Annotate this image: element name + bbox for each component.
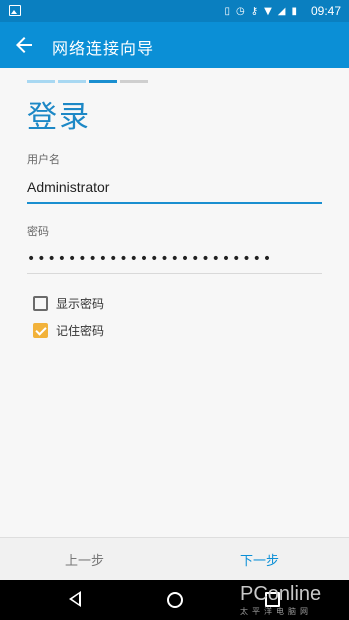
wifi-icon: ▼ xyxy=(264,5,272,17)
previous-button[interactable]: 上一步 xyxy=(65,550,104,569)
show-password-label: 显示密码 xyxy=(56,297,105,311)
page-title: 网络连接向导 xyxy=(52,39,155,58)
username-label: 用户名 xyxy=(27,153,60,166)
nav-back-icon-inner xyxy=(72,594,79,604)
wizard-progress xyxy=(27,80,148,83)
username-field[interactable] xyxy=(27,172,322,204)
app-bar: 网络连接向导 xyxy=(0,22,349,68)
password-field[interactable] xyxy=(27,244,322,274)
arrow-left-icon[interactable] xyxy=(12,33,36,57)
remember-password-checkbox[interactable]: 记住密码 xyxy=(33,322,104,339)
watermark-brand: PConline xyxy=(240,583,322,605)
watermark-sub: 太平洋电脑网 xyxy=(240,607,312,616)
watermark-logo: PConline 太平洋电脑网 xyxy=(240,583,348,617)
image-icon xyxy=(9,5,21,16)
progress-step xyxy=(27,80,55,83)
login-heading: 登录 xyxy=(27,100,91,135)
remember-password-label: 记住密码 xyxy=(56,324,105,338)
progress-step xyxy=(58,80,86,83)
wizard-footer: 上一步 下一步 xyxy=(0,537,349,580)
alarm-icon: ◷ xyxy=(236,5,245,17)
checkbox-unchecked-icon xyxy=(33,296,48,311)
nav-home-icon[interactable] xyxy=(167,592,183,608)
status-bar: ▯ ◷ ⚷ ▼ ◢ ▮ 09:47 xyxy=(0,0,349,22)
key-icon: ⚷ xyxy=(250,5,259,17)
password-label: 密码 xyxy=(27,225,49,238)
vibrate-icon: ▯ xyxy=(224,5,231,17)
back-arrow-svg xyxy=(16,37,32,53)
status-time: 09:47 xyxy=(310,4,341,18)
next-button[interactable]: 下一步 xyxy=(240,550,279,569)
battery-icon: ▮ xyxy=(291,5,297,17)
signal-icon: ◢ xyxy=(277,5,286,17)
checkbox-checked-icon xyxy=(33,323,48,338)
status-icons: ▯ ◷ ⚷ ▼ ◢ ▮ xyxy=(225,4,298,18)
show-password-checkbox[interactable]: 显示密码 xyxy=(33,295,104,312)
progress-step xyxy=(120,80,148,83)
progress-step-current xyxy=(89,80,117,83)
